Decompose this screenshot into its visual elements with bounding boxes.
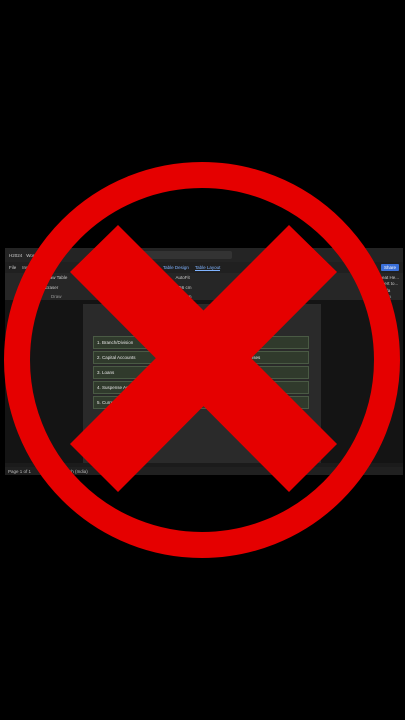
draw-group: Draw Table Eraser Draw [45, 275, 67, 299]
tab-design[interactable]: Design [40, 265, 54, 270]
tab-help[interactable]: Help [148, 265, 157, 270]
ribbon-tabs: File Insert Design Help Table Design Tab… [5, 262, 403, 273]
table-cell: 5. Current... [97, 400, 121, 405]
autofit-button[interactable]: AutoFit [175, 275, 191, 280]
file-name: H2024 [9, 252, 23, 258]
share-button[interactable]: Share [380, 264, 399, 271]
draw-group-label: Draw [50, 294, 62, 299]
eraser-button[interactable]: Eraser [45, 285, 67, 290]
draw-table-button[interactable]: Draw Table [45, 275, 67, 280]
cell-size-group: AutoFit 0.56 cm 5.27 cm [175, 275, 191, 299]
table-cell: ...counts [242, 370, 260, 375]
tab-table-layout[interactable]: Table Layout [194, 265, 221, 271]
tab-file[interactable]: File [9, 265, 16, 270]
table-cell: ...penses [242, 355, 261, 360]
formula-button[interactable]: Formula [374, 288, 399, 293]
ribbon: Draw Table Eraser Draw AutoFit 0.56 cm 5… [5, 273, 403, 302]
tab-insert[interactable]: Insert [22, 265, 33, 270]
data-group-label: Data [381, 293, 392, 299]
repeat-header-button[interactable]: Repeat He... [374, 275, 399, 280]
document-page[interactable]: 1. Branch/Division 2. Capital Accounts .… [83, 304, 321, 463]
table-cell: 4. Suspense Accounts [97, 385, 142, 390]
document-title: WordTe... [26, 252, 46, 258]
row-height-field[interactable]: 0.56 cm [175, 285, 191, 290]
table-row[interactable]: 3. Loans ...counts [93, 366, 309, 379]
table-row[interactable]: 2. Capital Accounts ...penses [93, 351, 309, 364]
convert-to-text-button[interactable]: Convert to... [374, 281, 399, 286]
search-placeholder: Search [122, 252, 137, 258]
data-group: Repeat He... Convert to... Formula Data [374, 275, 399, 299]
search-box[interactable]: Search [119, 251, 233, 259]
table-cell: 1. Branch/Division [97, 340, 134, 345]
table-row[interactable]: 1. Branch/Division [93, 336, 309, 349]
table-cell: 3. Loans [97, 370, 115, 375]
table-row[interactable]: 4. Suspense Accounts [93, 381, 309, 394]
status-bar: Page 1 of 1 English (India) [5, 467, 403, 475]
table-cell: 2. Capital Accounts [97, 355, 136, 360]
tab-table-design[interactable]: Table Design [163, 265, 189, 270]
title-bar: H2024 WordTe... Search [5, 248, 403, 262]
column-width-field[interactable]: 5.27 cm [175, 294, 191, 299]
table-row[interactable]: 5. Current... [93, 396, 309, 409]
word-window: H2024 WordTe... Search File Insert Desig… [5, 248, 403, 475]
document-area: 1. Branch/Division 2. Capital Accounts .… [5, 300, 403, 463]
page-count: Page 1 of 1 [8, 468, 32, 474]
language-indicator[interactable]: English (India) [59, 469, 88, 474]
